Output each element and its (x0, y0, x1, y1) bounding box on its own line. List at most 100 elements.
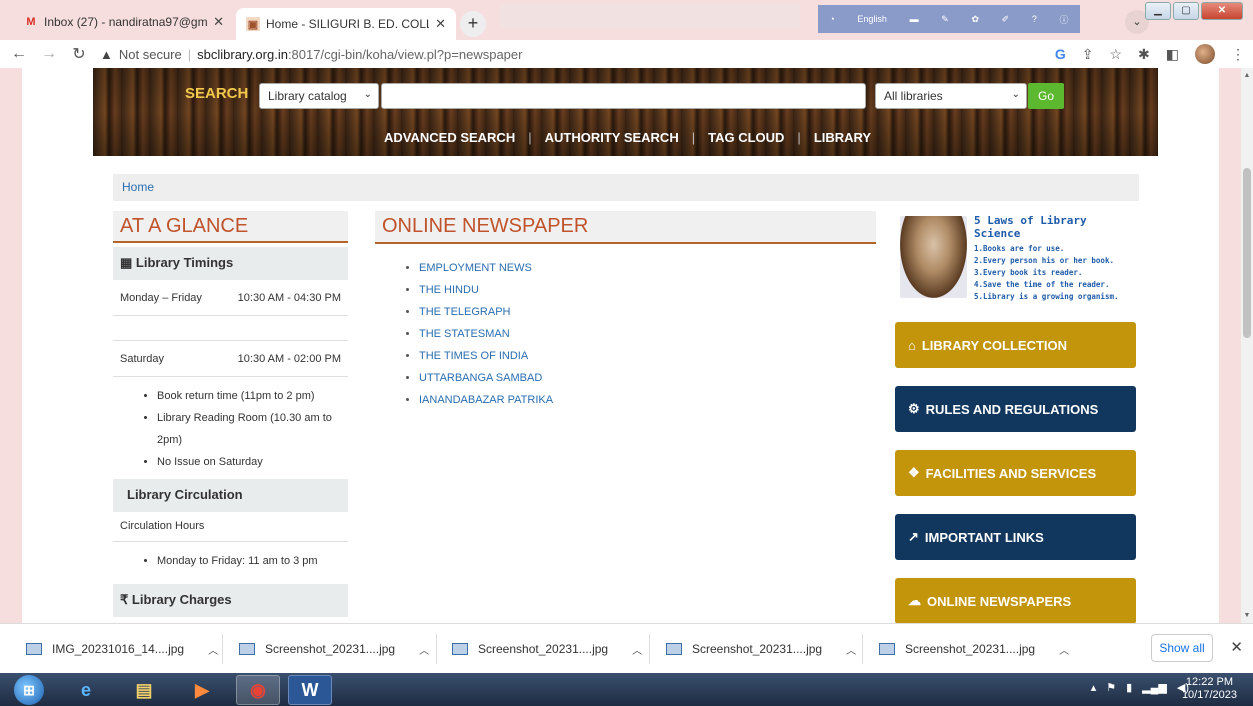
warning-icon[interactable]: ▲ (100, 47, 113, 62)
address-bar[interactable]: ▲ Not secure | sbclibrary.org.in:8017/cg… (100, 47, 522, 62)
battery-icon[interactable]: ▮ (1126, 681, 1132, 694)
scroll-up-icon[interactable]: ▲ (1241, 72, 1253, 79)
window-close-button[interactable]: ✕ (1201, 2, 1243, 20)
list-item: EMPLOYMENT NEWS (419, 257, 876, 279)
go-button[interactable]: Go (1028, 83, 1064, 109)
divider (862, 634, 863, 664)
download-filename: Screenshot_20231....jpg (265, 642, 396, 656)
important-links-button[interactable]: ↗ IMPORTANT LINKS (895, 514, 1136, 560)
close-icon[interactable]: ✕ (435, 16, 446, 32)
bank-icon: ⌂ (908, 337, 916, 353)
search-input[interactable] (381, 83, 866, 109)
tab-siliguri-home[interactable]: ▣ Home - SILIGURI B. ED. COLLEGE ✕ (236, 8, 456, 40)
library-select[interactable]: All libraries ⌄ (875, 83, 1027, 109)
google-icon[interactable]: G (1055, 46, 1066, 62)
catalog-select[interactable]: Library catalog ⌄ (259, 83, 379, 109)
info-icon[interactable]: ⓘ (1060, 13, 1069, 26)
gear-icon[interactable]: ✿ (971, 14, 979, 25)
pencil-icon[interactable]: ✐ (1002, 14, 1010, 25)
download-filename: Screenshot_20231....jpg (478, 642, 609, 656)
download-item[interactable]: Screenshot_20231....jpg ︿ (879, 638, 1069, 660)
chevron-up-icon[interactable]: ︿ (846, 642, 856, 657)
maximize-button[interactable]: ▢ (1173, 2, 1199, 20)
media-player-icon[interactable]: ▶ (180, 675, 224, 705)
sidepanel-icon[interactable]: ◧ (1166, 46, 1179, 63)
newspaper-link[interactable]: UTTARBANGA SAMBAD (419, 372, 542, 384)
chevron-up-icon[interactable]: ︿ (1059, 642, 1069, 657)
list-item: Monday to Friday: 11 am to 3 pm (157, 550, 348, 572)
chevron-up-icon[interactable]: ︿ (419, 642, 429, 657)
download-item[interactable]: Screenshot_20231....jpg ︿ (452, 638, 642, 660)
divider (649, 634, 650, 664)
back-arrow-icon[interactable]: ← (8, 45, 30, 63)
show-all-button[interactable]: Show all (1151, 634, 1213, 662)
download-item[interactable]: IMG_20231016_14....jpg ︿ (26, 638, 218, 660)
nav-divider: | (797, 130, 801, 145)
rules-and-regulations-button[interactable]: ⚙ RULES AND REGULATIONS (895, 386, 1136, 432)
download-item[interactable]: Screenshot_20231....jpg ︿ (239, 638, 429, 660)
law-item: 5.Library is a growing organism. (974, 292, 1119, 301)
close-icon[interactable]: ✕ (1230, 638, 1243, 656)
pen-icon[interactable]: ✎ (941, 14, 949, 25)
list-item: No Issue on Saturday (157, 451, 348, 473)
start-button[interactable]: ⊞ (14, 675, 44, 705)
profile-avatar[interactable] (1195, 44, 1215, 64)
signal-icon[interactable]: ▂▄▆ (1142, 681, 1167, 694)
newspaper-link[interactable]: EMPLOYMENT NEWS (419, 262, 532, 274)
reload-icon[interactable]: ↻ (68, 44, 90, 64)
divider (436, 634, 437, 664)
close-icon[interactable]: ✕ (213, 14, 224, 30)
system-clock[interactable]: 12:22 PM 10/17/2023 (1182, 676, 1237, 702)
weekday-time: 10:30 AM - 04:30 PM (237, 291, 341, 304)
help-icon[interactable]: ? (1032, 14, 1037, 24)
gmail-icon: M (26, 16, 36, 28)
search-banner: SEARCH Library catalog ⌄ All libraries ⌄… (93, 68, 1158, 156)
authority-search-link[interactable]: AUTHORITY SEARCH (545, 130, 679, 145)
list-item: UTTARBANGA SAMBAD (419, 367, 876, 389)
newspaper-link[interactable]: IANANDABAZAR PATRIKA (419, 394, 553, 406)
menu-dots-icon[interactable]: ⋮ (1231, 46, 1245, 63)
ime-icon[interactable]: ◔ (829, 14, 834, 24)
chrome-icon[interactable]: ◉ (236, 675, 280, 705)
file-explorer-icon[interactable]: ▤ (122, 675, 166, 705)
library-collection-button[interactable]: ⌂ LIBRARY COLLECTION (895, 322, 1136, 368)
page-viewport: SEARCH Library catalog ⌄ All libraries ⌄… (0, 68, 1241, 623)
law-item: 3.Every book its reader. (974, 268, 1083, 277)
newspaper-link[interactable]: THE TIMES OF INDIA (419, 350, 528, 362)
internet-explorer-icon[interactable]: e (64, 675, 108, 705)
tab-gmail[interactable]: M Inbox (27) - nandiratna97@gmail ✕ (14, 8, 234, 36)
scroll-down-icon[interactable]: ▼ (1241, 612, 1253, 619)
image-file-icon (452, 643, 468, 655)
tag-cloud-link[interactable]: TAG CLOUD (708, 130, 784, 145)
list-item: IANANDABAZAR PATRIKA (419, 389, 876, 411)
newspaper-link[interactable]: THE HINDU (419, 284, 479, 296)
facilities-and-services-button[interactable]: ❖ FACILITIES AND SERVICES (895, 450, 1136, 496)
scrollbar-thumb[interactable] (1243, 168, 1251, 338)
chevron-up-icon[interactable]: ︿ (632, 642, 642, 657)
newspaper-link[interactable]: THE TELEGRAPH (419, 306, 511, 318)
minimize-button[interactable]: ▁ (1145, 2, 1171, 20)
cogs-icon: ⚙ (908, 401, 920, 416)
new-tab-button[interactable]: + (460, 11, 486, 37)
breadcrumb-home-link[interactable]: Home (122, 180, 154, 194)
toolbar-actions: G ⇪ ☆ ✱ ◧ ⋮ (1055, 40, 1245, 68)
share-icon[interactable]: ⇪ (1082, 46, 1094, 63)
advanced-search-link[interactable]: ADVANCED SEARCH (384, 130, 515, 145)
star-icon[interactable]: ☆ (1109, 46, 1122, 63)
forward-arrow-icon[interactable]: → (38, 45, 60, 63)
chevron-up-icon[interactable]: ︿ (208, 642, 218, 657)
extensions-icon[interactable]: ✱ (1138, 46, 1150, 63)
keyboard-icon[interactable]: ▬ (910, 14, 919, 24)
page-scrollbar[interactable]: ▲ ▼ (1241, 68, 1253, 623)
flag-icon[interactable]: ⚑ (1106, 681, 1116, 694)
online-newspapers-button[interactable]: ☁ ONLINE NEWSPAPERS (895, 578, 1136, 623)
law-item: 1.Books are for use. (974, 244, 1065, 253)
download-item[interactable]: Screenshot_20231....jpg ︿ (666, 638, 856, 660)
breadcrumb: Home (113, 174, 1139, 201)
library-link[interactable]: LIBRARY (814, 130, 871, 145)
language-bar[interactable]: ◔ English ▬ ✎ ✿ ✐ ? ⓘ (818, 5, 1080, 33)
show-hidden-icons-icon[interactable]: ▴ (1091, 681, 1097, 694)
at-a-glance-panel: AT A GLANCE ▦ Library Timings Monday – F… (113, 211, 348, 617)
word-icon[interactable]: W (288, 675, 332, 705)
newspaper-link[interactable]: THE STATESMAN (419, 328, 510, 340)
